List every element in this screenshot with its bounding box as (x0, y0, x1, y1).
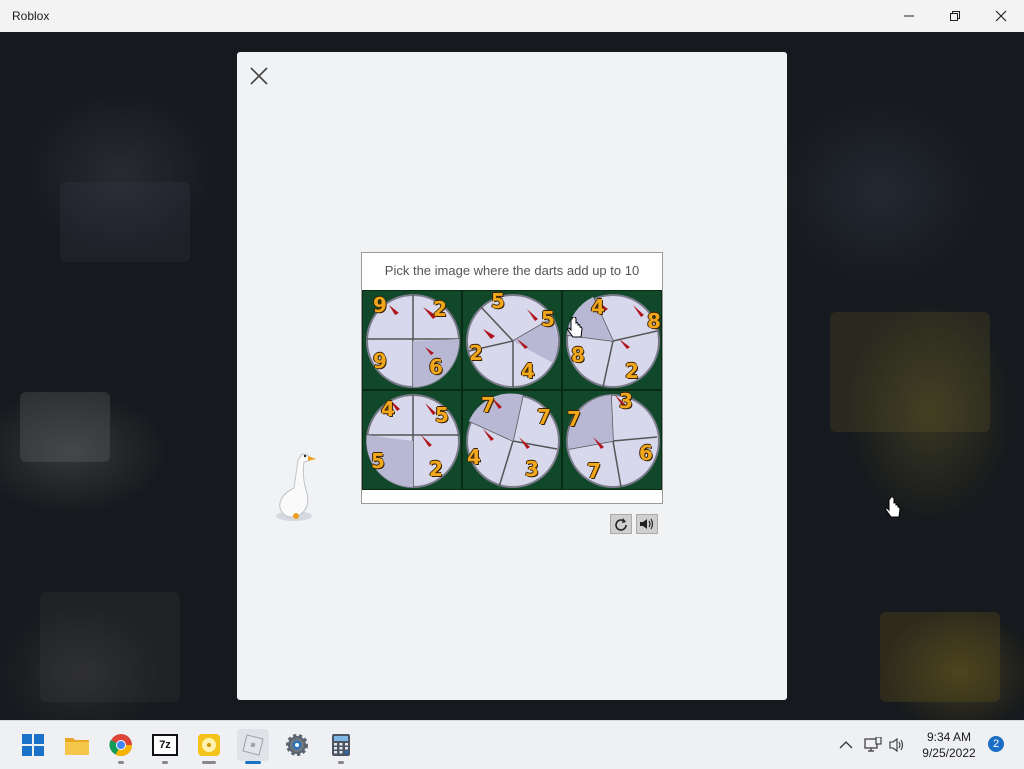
dart-number: 5 (371, 449, 385, 473)
dart-number: 7 (567, 407, 581, 431)
dart-number: 9 (373, 349, 387, 373)
7zip-icon: 7z (152, 734, 178, 756)
dart-number: 6 (639, 441, 653, 465)
taskbar-chrome[interactable] (105, 729, 137, 764)
hand-cursor-icon (567, 317, 583, 338)
captcha-tile-4[interactable]: 4 5 5 2 (362, 390, 462, 490)
hand-cursor-icon (885, 497, 901, 518)
dart-number: 5 (491, 290, 505, 313)
close-icon (995, 10, 1007, 22)
window-titlebar: Roblox (0, 0, 1024, 32)
file-explorer-icon (65, 738, 89, 755)
dart-number: 2 (429, 457, 443, 481)
window-title: Roblox (12, 9, 50, 23)
7zip-label: 7z (159, 739, 171, 751)
chrome-icon (109, 734, 132, 756)
clock-date: 9/25/2022 (922, 746, 976, 760)
dart-number: 8 (571, 343, 585, 367)
restore-icon (950, 11, 960, 21)
audio-challenge-button[interactable] (636, 514, 658, 534)
dart-number: 7 (537, 405, 551, 429)
verification-modal: Pick the image where the darts add up to… (237, 52, 787, 700)
taskbar-roblox[interactable] (237, 729, 269, 764)
start-button[interactable] (17, 729, 49, 761)
minimize-button[interactable] (886, 0, 932, 32)
taskbar-calculator[interactable] (325, 729, 357, 764)
dart-number: 8 (647, 309, 661, 333)
taskbar-settings[interactable] (281, 729, 313, 761)
dart-number: 3 (525, 457, 539, 481)
taskbar-file-explorer[interactable] (61, 729, 93, 761)
dart-number: 4 (591, 295, 605, 319)
media-player-icon (198, 734, 220, 756)
volume-button[interactable] (884, 729, 912, 761)
speaker-icon (640, 518, 654, 530)
captcha-tile-6[interactable]: 3 7 6 7 (562, 390, 662, 490)
dart-number: 7 (481, 393, 495, 417)
dart-number: 4 (467, 445, 481, 469)
calculator-icon (332, 734, 350, 756)
goose-mascot-icon (276, 453, 316, 521)
settings-icon (286, 734, 308, 756)
dart-number: 4 (521, 359, 535, 383)
roblox-icon (242, 734, 264, 756)
captcha-tile-2[interactable]: 5 5 2 4 (462, 290, 562, 390)
dart-number: 9 (373, 293, 387, 317)
reload-icon (615, 518, 627, 531)
dart-number: 3 (619, 390, 633, 413)
dart-number: 5 (541, 307, 555, 331)
dart-number: 4 (381, 397, 395, 421)
network-icon (864, 737, 882, 752)
captcha-prompt: Pick the image where the darts add up to… (384, 263, 640, 278)
taskbar-clock[interactable]: 9:34 AM 9/25/2022 (916, 729, 982, 761)
close-modal-icon[interactable] (249, 66, 269, 86)
dart-number: 2 (433, 297, 447, 321)
volume-icon (889, 737, 904, 753)
taskbar: 7z 9:34 AM 9/25/2022 (0, 720, 1024, 769)
captcha-tile-1[interactable]: 9 2 9 6 (362, 290, 462, 390)
reload-button[interactable] (610, 514, 632, 534)
taskbar-7zip[interactable]: 7z (149, 729, 181, 764)
notification-badge[interactable]: 2 (988, 736, 1004, 752)
dart-number: 7 (587, 459, 601, 483)
dart-number: 5 (435, 403, 449, 427)
captcha-widget: Pick the image where the darts add up to… (361, 252, 663, 504)
captcha-tile-5[interactable]: 7 7 4 3 (462, 390, 562, 490)
minimize-icon (904, 15, 914, 17)
restore-button[interactable] (932, 0, 978, 32)
dart-number: 2 (469, 341, 483, 365)
captcha-tools (610, 514, 658, 534)
captcha-grid: 9 2 9 6 5 5 2 4 4 8 8 2 4 5 5 2 7 7 4 3 … (362, 290, 662, 490)
clock-time: 9:34 AM (926, 730, 972, 744)
close-window-button[interactable] (978, 0, 1024, 32)
chevron-up-icon (839, 741, 853, 749)
windows-start-icon (22, 734, 44, 756)
dart-number: 6 (429, 355, 443, 379)
dart-number: 2 (625, 359, 639, 383)
taskbar-media-player[interactable] (193, 729, 225, 764)
